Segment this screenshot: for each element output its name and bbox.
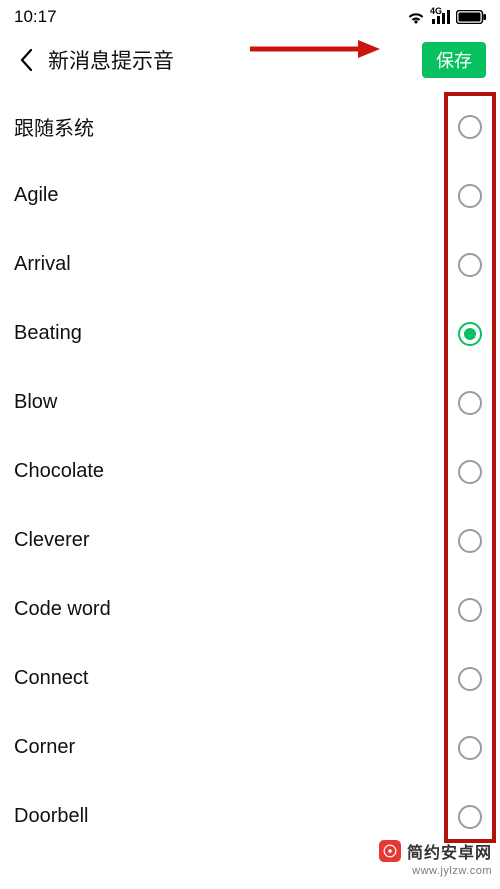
sound-label: Doorbell xyxy=(14,805,88,828)
back-button[interactable] xyxy=(14,48,38,72)
watermark-url: www.jylzw.com xyxy=(412,865,492,877)
wifi-icon xyxy=(406,10,426,25)
sound-row[interactable]: Arrival xyxy=(0,230,500,299)
save-button[interactable]: 保存 xyxy=(422,42,486,78)
watermark-brand: 简约安卓网 xyxy=(407,839,492,863)
status-right: 4G xyxy=(406,10,486,25)
sound-label: Chocolate xyxy=(14,460,104,483)
sound-label: Beating xyxy=(14,322,82,345)
sound-row[interactable]: Agile xyxy=(0,161,500,230)
sound-row[interactable]: Connect xyxy=(0,644,500,713)
cellular-icon: 4G xyxy=(432,10,450,24)
sound-radio[interactable] xyxy=(458,184,482,208)
status-time: 10:17 xyxy=(14,7,57,27)
sound-radio[interactable] xyxy=(458,460,482,484)
status-bar: 10:17 4G xyxy=(0,0,500,34)
sound-radio[interactable] xyxy=(458,667,482,691)
sound-radio[interactable] xyxy=(458,115,482,139)
watermark: 简约安卓网 www.jylzw.com xyxy=(379,839,492,877)
sound-label: Arrival xyxy=(14,253,71,276)
page-title: 新消息提示音 xyxy=(48,45,174,75)
sound-label: Corner xyxy=(14,736,75,759)
title-bar: 新消息提示音 保存 xyxy=(0,34,500,86)
sound-list: 跟随系统 Agile Arrival Beating Blow Chocolate Clev… xyxy=(0,86,500,851)
chevron-left-icon xyxy=(20,49,33,71)
sound-label: 跟随系统 xyxy=(14,112,94,141)
sound-radio[interactable] xyxy=(458,391,482,415)
sound-row[interactable]: Cleverer xyxy=(0,506,500,575)
sound-row[interactable]: Blow xyxy=(0,368,500,437)
sound-label: Cleverer xyxy=(14,529,90,552)
sound-radio[interactable] xyxy=(458,598,482,622)
sound-label: Code word xyxy=(14,598,111,621)
sound-label: Connect xyxy=(14,667,89,690)
watermark-logo-icon xyxy=(379,840,401,862)
sound-radio[interactable] xyxy=(458,736,482,760)
sound-radio[interactable] xyxy=(458,253,482,277)
sound-row[interactable]: Beating xyxy=(0,299,500,368)
sound-label: Blow xyxy=(14,391,57,414)
sound-radio[interactable] xyxy=(458,529,482,553)
battery-icon xyxy=(456,10,486,24)
sound-label: Agile xyxy=(14,184,58,207)
sound-radio[interactable] xyxy=(458,322,482,346)
sound-row[interactable]: Chocolate xyxy=(0,437,500,506)
sound-row[interactable]: 跟随系统 xyxy=(0,92,500,161)
sound-row[interactable]: Corner xyxy=(0,713,500,782)
sound-row[interactable]: Code word xyxy=(0,575,500,644)
sound-radio[interactable] xyxy=(458,805,482,829)
